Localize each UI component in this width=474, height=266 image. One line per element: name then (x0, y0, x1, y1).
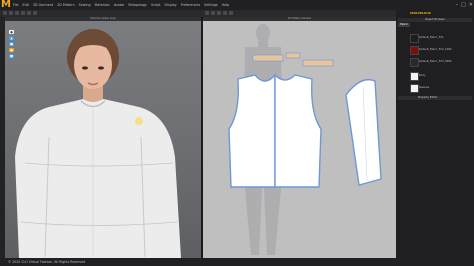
tab-fabric[interactable]: Fabric (398, 23, 410, 27)
rectangle-tool-icon[interactable] (211, 11, 215, 15)
menu-3d-garment[interactable]: 3D Garment (33, 0, 53, 10)
collar-piece (285, 52, 301, 59)
fabric-swatch[interactable] (410, 84, 419, 93)
3d-view-tools: ● ▲ ■ ● ■ (9, 30, 15, 58)
2d-pattern-viewport[interactable] (203, 17, 396, 258)
camera-icon[interactable]: ■ (9, 42, 14, 46)
fabric-name: Default_Fabric_FV3_5084 (419, 60, 452, 63)
internal-line-icon[interactable] (217, 11, 221, 15)
fabric-name: Default_Fabric_FV2_1084 (419, 48, 452, 51)
menu-preferences[interactable]: Preferences (181, 0, 200, 10)
neck-binding-piece-2 (302, 59, 334, 67)
texture-tool-icon[interactable] (33, 11, 37, 15)
fabric-swatch[interactable] (410, 34, 419, 43)
polygon-tool-icon[interactable] (205, 11, 209, 15)
menu-sewing[interactable]: Sewing (79, 0, 91, 10)
fold-tool-icon[interactable] (27, 11, 31, 15)
menu-list: File Edit 3D Garment 2D Pattern Sewing M… (13, 0, 229, 10)
segment-sewing-icon[interactable] (223, 11, 227, 15)
object-browser-title: Object Browser (398, 18, 472, 22)
neck-binding-piece (252, 54, 284, 62)
fabric-swatch[interactable] (410, 46, 419, 55)
menu-avatar[interactable]: Avatar (114, 0, 125, 10)
select-tool-icon[interactable] (3, 11, 7, 15)
brand-label: MARVELOUS (410, 11, 431, 15)
window-controls: – □ ✕ (456, 0, 473, 10)
simulate-icon[interactable] (15, 11, 19, 15)
free-sewing-icon[interactable] (229, 11, 233, 15)
back-body-piece (274, 73, 322, 188)
garment-icon[interactable]: ▲ (9, 36, 14, 40)
menu-retopology[interactable]: Retopology (128, 0, 147, 10)
fabric-name: Body (419, 74, 426, 77)
menu-file[interactable]: File (13, 0, 19, 10)
avatar-render (15, 29, 181, 258)
fabric-swatch[interactable] (410, 72, 419, 81)
grid-icon[interactable]: ■ (9, 54, 14, 58)
fabric-swatch[interactable] (410, 58, 419, 67)
menu-help[interactable]: Help (222, 0, 230, 10)
menu-display[interactable]: Display (165, 0, 177, 10)
maximize-icon[interactable]: □ (461, 0, 466, 10)
3d-view-title: Hide the avatar body (5, 17, 201, 21)
property-editor-header: Property Editor (398, 96, 472, 100)
right-panel: MARVELOUS Object Browser Fabric Default_… (396, 10, 474, 258)
move-tool-icon[interactable] (9, 11, 13, 15)
fabric-name: Default_Fabric_FV1 (419, 36, 444, 39)
minimize-icon[interactable]: – (456, 0, 459, 10)
pattern-canvas (228, 24, 382, 255)
menu-settings[interactable]: Settings (204, 0, 218, 10)
light-bulb-icon (135, 117, 143, 125)
status-bar: © 2020 CLO Virtual Fashion. All Rights R… (0, 258, 474, 266)
2d-view-title: 2D Pattern Window (203, 17, 396, 21)
fabric-name: Sleeves (419, 86, 430, 89)
pin-tool-icon[interactable] (21, 11, 25, 15)
light-icon[interactable]: ● (9, 48, 14, 52)
menu-materials[interactable]: Materials (95, 0, 110, 10)
menu-script[interactable]: Script (151, 0, 161, 10)
avatar-icon[interactable]: ● (9, 30, 14, 34)
3d-viewport[interactable] (5, 17, 201, 258)
menu-2d-pattern[interactable]: 2D Pattern (57, 0, 75, 10)
app-logo: M (1, 0, 11, 10)
menu-edit[interactable]: Edit (23, 0, 29, 10)
copyright-text: © 2020 CLO Virtual Fashion. All Rights R… (8, 260, 86, 264)
close-icon[interactable]: ✕ (469, 0, 473, 10)
front-body-piece (228, 73, 276, 188)
